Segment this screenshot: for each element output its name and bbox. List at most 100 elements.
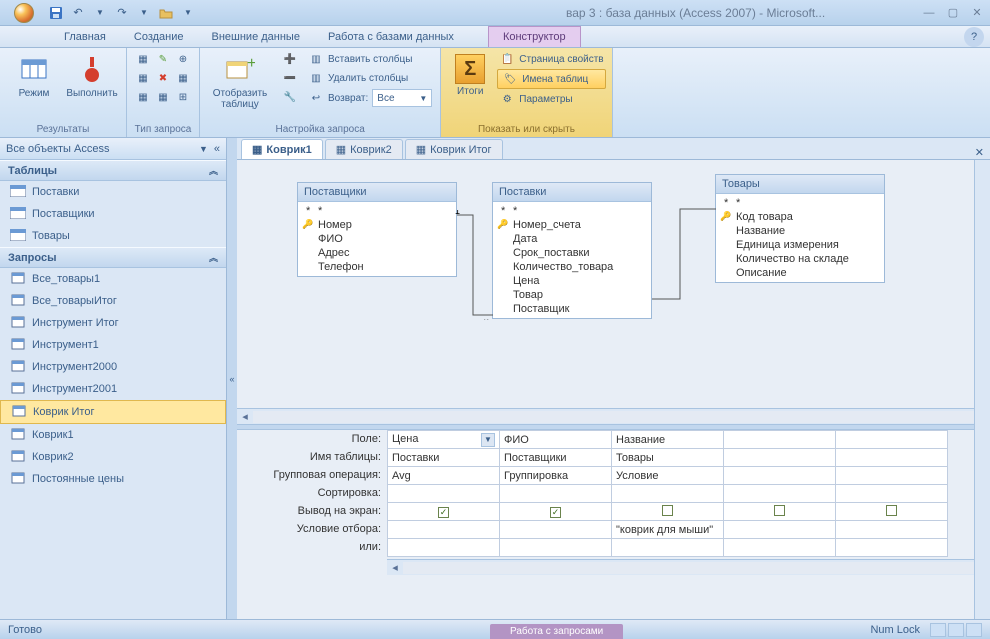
nav-query-item[interactable]: Инструмент Итог (0, 312, 226, 334)
field-row[interactable]: Количество_товара (493, 260, 651, 274)
nav-table-item[interactable]: Поставки (0, 181, 226, 203)
table-goods[interactable]: Товары * Код товара Название Единица изм… (715, 174, 885, 283)
nav-query-item[interactable]: Коврик1 (0, 424, 226, 446)
grid-cell[interactable] (500, 485, 612, 503)
nav-query-item[interactable]: Коврик2 (0, 446, 226, 468)
tab-database-tools[interactable]: Работа с базами данных (314, 26, 468, 47)
nav-query-item[interactable]: Все_товары1 (0, 268, 226, 290)
grid-cell[interactable] (836, 521, 948, 539)
grid-cell[interactable]: Avg (388, 467, 500, 485)
chevron-down-icon[interactable]: ▼ (136, 5, 152, 21)
delete-columns-button[interactable]: ▥Удалить столбцы (306, 69, 434, 87)
grid-cell[interactable] (724, 467, 836, 485)
grid-cell[interactable] (836, 485, 948, 503)
grid-cell[interactable]: Цена▼ (388, 431, 500, 449)
grid-cell[interactable]: ФИО (500, 431, 612, 449)
grid-cell[interactable] (724, 539, 836, 557)
qtype-btn-2[interactable]: ▦✖▦ (133, 69, 193, 87)
grid-cell[interactable] (388, 485, 500, 503)
nav-group-queries[interactable]: Запросы︽ (0, 247, 226, 268)
field-row[interactable]: * (298, 204, 456, 218)
field-row[interactable]: Номер (298, 218, 456, 232)
undo-icon[interactable]: ↶ (70, 5, 86, 21)
nav-collapse-handle[interactable]: « (227, 138, 237, 619)
field-row[interactable]: Описание (716, 266, 884, 280)
grid-cell[interactable] (500, 521, 612, 539)
field-row[interactable]: Номер_счета (493, 218, 651, 232)
grid-cell[interactable] (500, 539, 612, 557)
delete-rows-button[interactable]: ➖ (280, 69, 300, 87)
table-deliveries[interactable]: Поставки * Номер_счета Дата Срок_поставк… (492, 182, 652, 319)
field-row[interactable]: Цена (493, 274, 651, 288)
nav-table-item[interactable]: Товары (0, 225, 226, 247)
nav-query-item[interactable]: Инструмент2001 (0, 378, 226, 400)
minimize-button[interactable]: — (920, 5, 938, 21)
return-select[interactable]: Все▼ (372, 89, 432, 107)
tab-home[interactable]: Главная (50, 26, 120, 47)
chevron-down-icon[interactable]: ▼ (180, 5, 196, 21)
qtype-btn-3[interactable]: ▦▦⊞ (133, 88, 193, 106)
field-row[interactable]: Название (716, 224, 884, 238)
builder-button[interactable]: 🔧 (280, 88, 300, 106)
query-diagram-area[interactable]: Поставщики * Номер ФИО Адрес Телефон Пос… (237, 160, 990, 408)
chevron-down-icon[interactable]: ▼ (92, 5, 108, 21)
field-row[interactable]: Адрес (298, 246, 456, 260)
grid-cell[interactable] (612, 485, 724, 503)
insert-rows-button[interactable]: ➕ (280, 50, 300, 68)
grid-cell[interactable] (836, 431, 948, 449)
grid-cell[interactable] (724, 449, 836, 467)
help-button[interactable]: ? (964, 27, 984, 47)
grid-cell[interactable]: Группировка (500, 467, 612, 485)
office-button[interactable] (4, 2, 44, 24)
grid-cell[interactable]: Поставки (388, 449, 500, 467)
close-button[interactable]: ✕ (968, 5, 986, 21)
field-row[interactable]: Поставщик (493, 302, 651, 316)
grid-cell[interactable] (724, 503, 836, 521)
field-row[interactable]: Товар (493, 288, 651, 302)
nav-query-item[interactable]: Инструмент2000 (0, 356, 226, 378)
field-row[interactable]: Дата (493, 232, 651, 246)
grid-cell[interactable] (612, 503, 724, 521)
grid-cell[interactable]: Товары (612, 449, 724, 467)
field-row[interactable]: * (493, 204, 651, 218)
field-row[interactable]: Срок_поставки (493, 246, 651, 260)
table-suppliers[interactable]: Поставщики * Номер ФИО Адрес Телефон (297, 182, 457, 277)
doc-tab[interactable]: ▦Коврик2 (325, 139, 403, 159)
nav-query-item[interactable]: Постоянные цены (0, 468, 226, 490)
maximize-button[interactable]: ▢ (944, 5, 962, 21)
grid-table[interactable]: Цена▼ФИОНазваниеПоставкиПоставщикиТовары… (387, 430, 948, 557)
view-design-icon[interactable] (966, 623, 982, 637)
doc-tab[interactable]: ▦Коврик1 (241, 139, 323, 159)
nav-header[interactable]: Все объекты Access ▼ « (0, 138, 226, 160)
insert-columns-button[interactable]: ▥Вставить столбцы (306, 50, 434, 68)
nav-query-item[interactable]: Инструмент1 (0, 334, 226, 356)
main-vscroll[interactable] (974, 160, 990, 619)
grid-cell[interactable]: ✓ (388, 503, 500, 521)
nav-query-item[interactable]: Все_товарыИтог (0, 290, 226, 312)
grid-cell[interactable] (388, 539, 500, 557)
diagram-hscroll[interactable]: ◂▸ (237, 408, 990, 424)
grid-cell[interactable]: Условие (612, 467, 724, 485)
grid-cell[interactable] (388, 521, 500, 539)
doc-close-button[interactable]: ✕ (969, 146, 990, 159)
nav-group-tables[interactable]: Таблицы︽ (0, 160, 226, 181)
tab-create[interactable]: Создание (120, 26, 198, 47)
doc-tab[interactable]: ▦Коврик Итог (405, 139, 503, 159)
tab-external-data[interactable]: Внешние данные (198, 26, 314, 47)
collapse-icon[interactable]: « (214, 143, 220, 155)
nav-query-item[interactable]: Коврик Итог (0, 400, 226, 424)
field-row[interactable]: ФИО (298, 232, 456, 246)
view-datasheet-icon[interactable] (930, 623, 946, 637)
view-sql-icon[interactable] (948, 623, 964, 637)
grid-cell[interactable] (836, 449, 948, 467)
save-icon[interactable] (48, 5, 64, 21)
grid-cell[interactable] (836, 503, 948, 521)
view-button[interactable]: Режим (6, 50, 62, 103)
show-table-button[interactable]: + Отобразить таблицу (206, 50, 274, 114)
grid-cell[interactable]: Название (612, 431, 724, 449)
field-row[interactable]: Код товара (716, 210, 884, 224)
grid-cell[interactable] (724, 521, 836, 539)
grid-cell[interactable]: "коврик для мыши" (612, 521, 724, 539)
run-button[interactable]: Выполнить (64, 50, 120, 103)
field-row[interactable]: Количество на складе (716, 252, 884, 266)
